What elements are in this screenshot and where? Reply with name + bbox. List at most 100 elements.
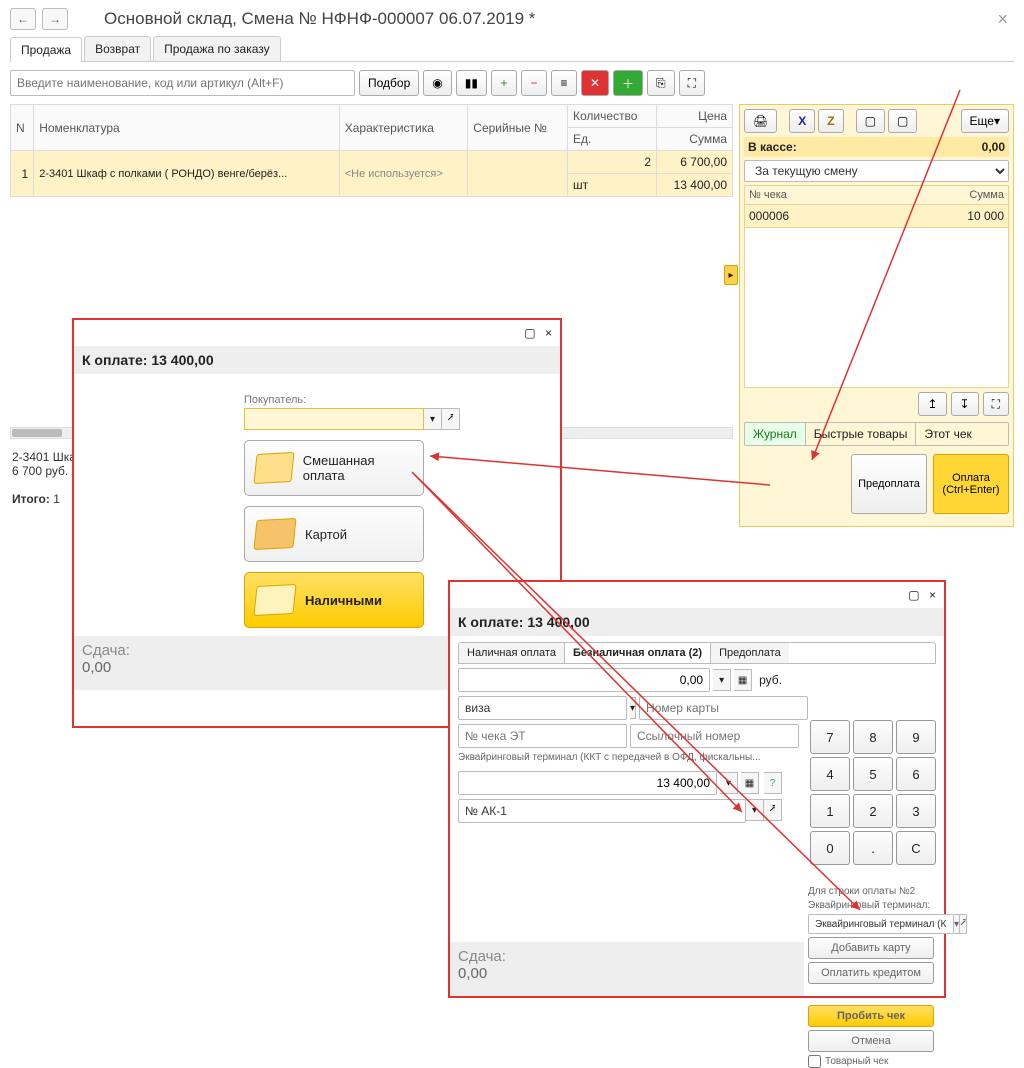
cash-pay-button[interactable]: Наличными — [244, 572, 424, 628]
key-8[interactable]: 8 — [853, 720, 893, 754]
visa-dropdown-icon[interactable]: ▾ — [630, 697, 636, 719]
check-row[interactable]: 000006 10 000 — [744, 205, 1009, 228]
tab-journal[interactable]: Журнал — [745, 423, 806, 445]
view-icon[interactable]: ◉ — [423, 70, 451, 96]
ref-number-input[interactable] — [630, 724, 799, 748]
card-icon — [253, 518, 296, 550]
copy-icon[interactable]: ⎘ — [647, 70, 675, 96]
titlebar: ← → Основной склад, Смена № НФНФ-000007 … — [0, 0, 1024, 36]
keypad: 7 8 9 4 5 6 1 2 3 0 . C — [810, 720, 936, 865]
back-button[interactable]: ← — [10, 8, 36, 30]
amount2-input[interactable] — [458, 771, 717, 795]
key-5[interactable]: 5 — [853, 757, 893, 791]
sort-down-icon[interactable]: ↧ — [951, 392, 979, 416]
shift-select[interactable]: За текущую смену — [744, 160, 1009, 182]
line-info: Для строки оплаты №2 — [808, 886, 936, 897]
terminal-select[interactable] — [808, 914, 954, 934]
print-icon[interactable]: 🖨 — [744, 109, 777, 133]
key-1[interactable]: 1 — [810, 794, 850, 828]
visa-input[interactable] — [458, 696, 627, 720]
amount1-input[interactable] — [458, 668, 710, 692]
barcode-icon[interactable]: ▮▮ — [456, 70, 487, 96]
key-0[interactable]: 0 — [810, 831, 850, 865]
receipt-button[interactable]: Пробить чек — [808, 1005, 934, 1027]
maximize-icon[interactable]: ▢ — [524, 326, 535, 340]
amount2-dropdown-icon[interactable]: ▾ — [720, 772, 738, 794]
account-open-icon[interactable]: ⭷ — [764, 799, 782, 821]
pay-button[interactable]: Оплата (Ctrl+Enter) — [933, 454, 1009, 514]
tab-return[interactable]: Возврат — [84, 36, 151, 61]
card-number-input[interactable] — [639, 696, 808, 720]
delete-icon[interactable]: ✕ — [581, 70, 609, 96]
dialog2-total: К оплате: 13 400,00 — [450, 608, 944, 636]
dialog-total: К оплате: 13 400,00 — [74, 346, 560, 374]
et-check-input[interactable] — [458, 724, 627, 748]
key-clear[interactable]: C — [896, 831, 936, 865]
mixed-pay-button[interactable]: Смешанная оплата — [244, 440, 424, 496]
cancel-button[interactable]: Отмена — [808, 1030, 934, 1052]
amount1-calc-icon[interactable]: ▦ — [734, 669, 752, 691]
add-card-button[interactable]: Добавить карту — [808, 937, 934, 959]
expand-icon[interactable]: ⛶ — [679, 70, 705, 96]
close-icon[interactable]: × — [545, 326, 552, 340]
main-tabs: Продажа Возврат Продажа по заказу — [10, 36, 1014, 62]
tab-prepay[interactable]: Предоплата — [711, 643, 789, 663]
change2-label: Сдача: — [458, 948, 506, 965]
zreport-icon[interactable]: Z — [818, 109, 843, 133]
add-icon[interactable]: ＋ — [613, 70, 643, 96]
screen1-icon[interactable]: ▢ — [856, 109, 885, 133]
change-value: 0,00 — [82, 659, 111, 676]
check-list — [744, 228, 1009, 388]
terminal-info: Эквайринговый терминал (ККТ с передачей … — [458, 752, 782, 763]
account-input[interactable] — [458, 799, 746, 823]
cash-icon — [253, 584, 296, 616]
close-icon[interactable]: × — [997, 9, 1008, 30]
tab-order-sale[interactable]: Продажа по заказу — [153, 36, 281, 61]
search-input[interactable] — [10, 70, 355, 96]
close-icon[interactable]: × — [929, 588, 936, 602]
expand2-icon[interactable]: ⛶ — [983, 392, 1009, 416]
account-dropdown-icon[interactable]: ▾ — [746, 799, 764, 821]
key-3[interactable]: 3 — [896, 794, 936, 828]
key-6[interactable]: 6 — [896, 757, 936, 791]
collapse-handle[interactable]: ▸ — [724, 265, 738, 285]
tab-fast[interactable]: Быстрые товары — [806, 423, 917, 445]
amount2-calc-icon[interactable]: ▦ — [741, 772, 759, 794]
change-label: Сдача: — [82, 642, 130, 659]
amount1-dropdown-icon[interactable]: ▾ — [713, 669, 731, 691]
change2-value: 0,00 — [458, 965, 487, 982]
key-7[interactable]: 7 — [810, 720, 850, 754]
more-button[interactable]: Еще ▾ — [961, 109, 1009, 133]
table-row[interactable]: 1 2-3401 Шкаф с полками ( РОНДО) венге/б… — [11, 151, 733, 174]
tab-noncash[interactable]: Безналичная оплата (2) — [565, 643, 711, 663]
xreport-icon[interactable]: X — [789, 109, 815, 133]
mixed-icon — [253, 452, 294, 484]
open-icon[interactable]: ⭷ — [442, 408, 460, 430]
dropdown-icon[interactable]: ▾ — [424, 408, 442, 430]
amount2-help-icon[interactable]: ? — [764, 772, 782, 794]
key-dot[interactable]: . — [853, 831, 893, 865]
prepay-button[interactable]: Предоплата — [851, 454, 927, 514]
buyer-label: Покупатель: — [244, 394, 552, 406]
toolbar: Подбор ◉ ▮▮ + − ≡ ✕ ＋ ⎘ ⛶ — [10, 70, 1014, 96]
tab-sale[interactable]: Продажа — [10, 37, 82, 62]
card-pay-button[interactable]: Картой — [244, 506, 424, 562]
select-button[interactable]: Подбор — [359, 70, 419, 96]
key-4[interactable]: 4 — [810, 757, 850, 791]
plus-icon[interactable]: + — [491, 70, 517, 96]
maximize-icon[interactable]: ▢ — [908, 588, 919, 602]
forward-button[interactable]: → — [42, 8, 68, 30]
tab-thischeck[interactable]: Этот чек — [916, 423, 979, 445]
screen2-icon[interactable]: ▢ — [888, 109, 917, 133]
key-9[interactable]: 9 — [896, 720, 936, 754]
goods-receipt-checkbox[interactable]: Товарный чек — [808, 1055, 936, 1068]
terminal-open-icon[interactable]: ⭷ — [960, 914, 967, 934]
sort-up-icon[interactable]: ↥ — [918, 392, 946, 416]
key-2[interactable]: 2 — [853, 794, 893, 828]
tab-cash[interactable]: Наличная оплата — [459, 643, 565, 663]
minus-icon[interactable]: − — [521, 70, 547, 96]
window-title: Основной склад, Смена № НФНФ-000007 06.0… — [104, 9, 991, 29]
list-icon[interactable]: ≡ — [551, 70, 577, 96]
pay-credit-button[interactable]: Оплатить кредитом — [808, 962, 934, 984]
buyer-input[interactable] — [244, 408, 424, 430]
